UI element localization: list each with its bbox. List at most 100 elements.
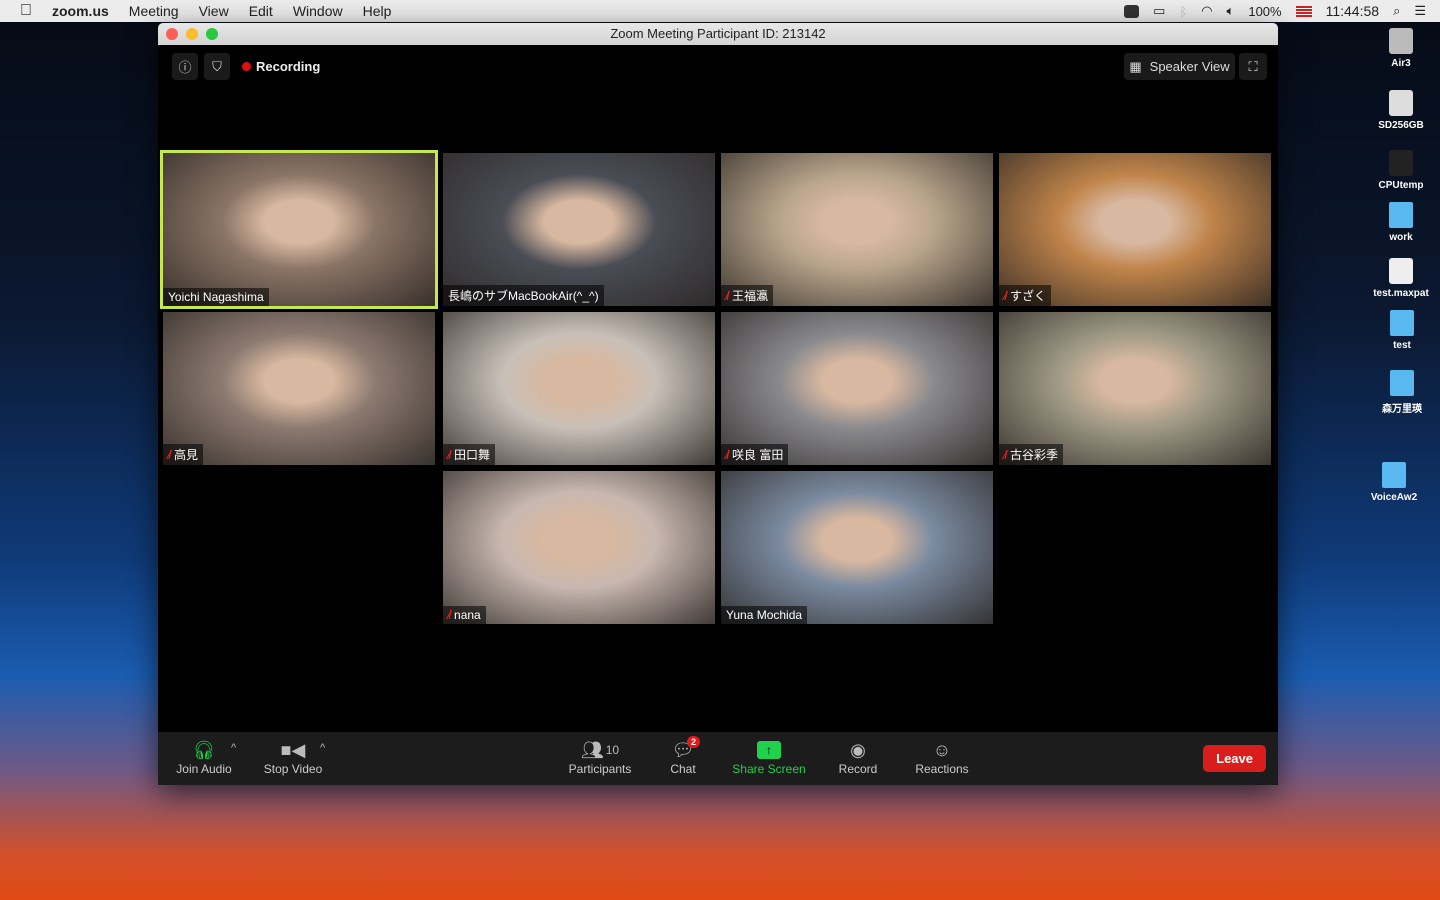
recording-indicator: Recording xyxy=(242,59,320,74)
record-dot-icon xyxy=(242,62,251,71)
participant-name-tag: Yoichi Nagashima xyxy=(163,288,269,306)
zoom-button[interactable] xyxy=(206,28,218,40)
share-screen-icon: ↑ xyxy=(728,738,810,762)
participant-name: Yoichi Nagashima xyxy=(168,290,264,304)
fullscreen-icon[interactable]: ⛶ xyxy=(1239,53,1267,80)
menu-meeting[interactable]: Meeting xyxy=(129,3,179,19)
battery-percent[interactable]: 100% xyxy=(1248,4,1281,19)
record-icon: ◉ xyxy=(850,739,866,760)
speaker-view-label: Speaker View xyxy=(1149,59,1230,74)
menu-bar:  zoom.us Meeting View Edit Window Help … xyxy=(0,0,1440,22)
desktop-icon-label: test.maxpat xyxy=(1373,288,1429,299)
headphones-icon: 🎧︎ xyxy=(192,739,216,760)
desktop-icon[interactable]: Air3 xyxy=(1366,28,1436,69)
spotlight-icon[interactable]: ⌕ xyxy=(1393,3,1400,19)
window-title: Zoom Meeting Participant ID: 213142 xyxy=(610,26,826,41)
muted-mic-icon: ⁄̸ xyxy=(726,288,729,303)
desktop-icon[interactable]: test.maxpat xyxy=(1366,258,1436,299)
chat-label: Chat xyxy=(670,762,696,776)
desktop-icon[interactable]: SD256GB xyxy=(1366,90,1436,131)
video-tile[interactable]: ⁄̸ すざく xyxy=(999,153,1271,306)
record-button[interactable]: ◉ Record xyxy=(834,738,882,777)
participant-name-tag: ⁄̸ 王福瀛 xyxy=(721,285,774,306)
participant-name-tag: ⁄̸ 田口舞 xyxy=(443,444,496,465)
flag-icon[interactable] xyxy=(1295,5,1312,17)
menu-window[interactable]: Window xyxy=(293,3,343,19)
participants-icon: 👥︎ 10 xyxy=(580,739,620,760)
chat-badge: 2 xyxy=(687,736,701,748)
desktop-icon-label: CPUtemp xyxy=(1378,180,1424,191)
video-tile[interactable]: 長嶋のサブMacBookAir(^_^) xyxy=(443,153,715,306)
minimize-button[interactable] xyxy=(186,28,198,40)
notification-center-icon[interactable]: ☰ xyxy=(1414,3,1426,19)
file-icon xyxy=(1389,150,1413,176)
participant-name-tag: ⁄̸ すざく xyxy=(999,285,1052,306)
audio-options-caret[interactable]: ^ xyxy=(231,742,236,754)
file-icon xyxy=(1389,28,1413,54)
stop-video-button[interactable]: ■◀ Stop Video xyxy=(258,738,328,777)
video-tile[interactable]: ⁄̸ 田口舞 xyxy=(443,312,715,465)
participants-count: 10 xyxy=(605,743,620,757)
file-icon xyxy=(1389,90,1413,116)
desktop-icon-label: SD256GB xyxy=(1378,120,1424,131)
info-icon[interactable]: ⓘ xyxy=(172,53,198,80)
participant-name: 王福瀛 xyxy=(732,289,769,303)
grid-icon: ▦ xyxy=(1129,58,1142,74)
folder-icon xyxy=(1382,462,1406,488)
participant-name-tag: ⁄̸ nana xyxy=(443,606,486,624)
chat-icon: 💬︎ 2 xyxy=(663,736,703,762)
join-audio-button[interactable]: 🎧︎ Join Audio xyxy=(172,738,236,777)
video-options-caret[interactable]: ^ xyxy=(320,742,325,754)
participant-name: 咲良 富田 xyxy=(732,448,784,462)
shield-icon[interactable]: ⛉ xyxy=(204,53,230,80)
participants-label: Participants xyxy=(568,762,632,776)
bluetooth-icon[interactable]: ᛒ xyxy=(1179,4,1187,19)
participant-name: 田口舞 xyxy=(454,448,491,462)
share-screen-label: Share Screen xyxy=(732,762,806,776)
volume-icon[interactable]: 🔈︎ xyxy=(1227,3,1235,19)
participant-name-tag: ⁄̸ 咲良 富田 xyxy=(721,444,789,465)
video-tile[interactable]: ⁄̸ 咲良 富田 xyxy=(721,312,993,465)
record-label: Record xyxy=(838,762,878,776)
reactions-button[interactable]: ☺ Reactions xyxy=(910,738,974,777)
video-tile[interactable]: ⁄̸ 王福瀛 xyxy=(721,153,993,306)
muted-mic-icon: ⁄̸ xyxy=(726,447,729,462)
zoom-meeting-window: Zoom Meeting Participant ID: 213142 ⓘ ⛉ … xyxy=(158,23,1278,785)
desktop-icon[interactable]: CPUtemp xyxy=(1366,150,1436,191)
wifi-icon[interactable]: ◠ xyxy=(1201,3,1212,19)
speaker-view-button[interactable]: ▦ Speaker View xyxy=(1124,53,1235,80)
recording-label: Recording xyxy=(256,59,321,74)
chat-button[interactable]: 💬︎ 2 Chat xyxy=(663,736,703,776)
close-button[interactable] xyxy=(166,28,178,40)
folder-icon xyxy=(1390,310,1414,336)
apple-icon[interactable]:  xyxy=(20,2,32,20)
menu-view[interactable]: View xyxy=(199,3,229,19)
participant-name-tag: Yuna Mochida xyxy=(721,606,808,624)
desktop-icon[interactable]: test xyxy=(1367,310,1437,351)
clock[interactable]: 11:44:58 xyxy=(1326,3,1379,19)
desktop-icon[interactable]: VoiceAw2 xyxy=(1359,462,1429,503)
video-tile[interactable]: ⁄̸ 高見 xyxy=(163,312,435,465)
desktop-icon[interactable]: 森万里瑛 xyxy=(1367,370,1437,415)
share-screen-button[interactable]: ↑ Share Screen xyxy=(728,738,810,776)
participants-button[interactable]: 👥︎ 10 Participants xyxy=(562,738,638,777)
participant-name: nana xyxy=(454,608,481,622)
video-tile[interactable]: ⁄̸ nana xyxy=(443,471,715,624)
stop-video-label: Stop Video xyxy=(263,762,323,776)
participant-name: Yuna Mochida xyxy=(726,608,803,622)
airplay-icon[interactable]: ▭ xyxy=(1153,3,1165,19)
menu-help[interactable]: Help xyxy=(363,3,392,19)
menu-edit[interactable]: Edit xyxy=(249,3,273,19)
muted-mic-icon: ⁄̸ xyxy=(168,447,171,462)
menu-app[interactable]: zoom.us xyxy=(52,3,109,19)
desktop-icon[interactable]: work xyxy=(1366,202,1436,243)
desktop-icon-label: 森万里瑛 xyxy=(1382,404,1422,415)
zoom-status-icon[interactable] xyxy=(1124,4,1140,18)
leave-button[interactable]: Leave xyxy=(1203,745,1266,772)
video-tile[interactable]: Yuna Mochida xyxy=(721,471,993,624)
participant-name: すざく xyxy=(1010,289,1047,303)
desktop-icon-label: work xyxy=(1389,232,1413,243)
join-audio-label: Join Audio xyxy=(176,762,232,776)
video-tile[interactable]: ⁄̸ 古谷彩季 xyxy=(999,312,1271,465)
video-tile[interactable]: Yoichi Nagashima xyxy=(160,150,438,309)
